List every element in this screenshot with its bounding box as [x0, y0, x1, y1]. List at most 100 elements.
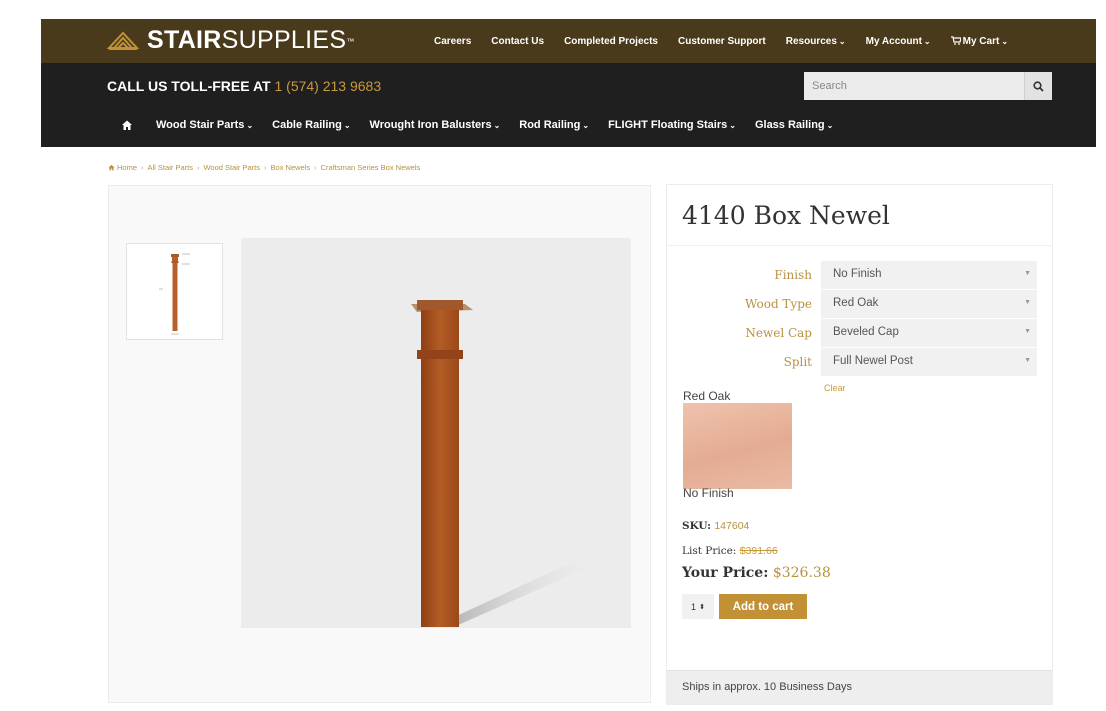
- nav-flight-label: FLIGHT Floating Stairs: [608, 119, 728, 131]
- nav-glass-railing-label: Glass Railing: [754, 119, 825, 131]
- search-button[interactable]: [1024, 72, 1052, 100]
- split-select-value: Full Newel Post: [833, 355, 913, 367]
- swatch-label-finish: No Finish: [683, 486, 734, 500]
- search-input[interactable]: [804, 72, 1024, 100]
- nav-resources[interactable]: Resources ⌄: [786, 36, 846, 47]
- chevron-down-icon: ⌄: [343, 121, 351, 130]
- nav-wood-stair-parts-label: Wood Stair Parts: [156, 119, 245, 131]
- chevron-down-icon: ⌄: [826, 121, 834, 130]
- product-title: 4140 Box Newel: [682, 201, 890, 230]
- option-finish: Finish No Finish ▼: [667, 261, 1052, 289]
- nav-wood-stair-parts[interactable]: Wood Stair Parts ⌄: [156, 119, 253, 131]
- breadcrumb-wood-stair-parts[interactable]: Wood Stair Parts: [203, 163, 260, 172]
- nav-wrought-iron-balusters[interactable]: Wrought Iron Balusters ⌄: [370, 119, 501, 131]
- newel-cap-select[interactable]: Beveled Cap ▼: [821, 319, 1037, 347]
- product-main-image[interactable]: [241, 238, 631, 628]
- nav-my-account-label: My Account: [865, 35, 922, 47]
- quantity-value: 1: [691, 601, 697, 612]
- breadcrumb: Home › All Stair Parts › Wood Stair Part…: [108, 163, 420, 172]
- finish-select-value: No Finish: [833, 268, 882, 280]
- nav-customer-support[interactable]: Customer Support: [678, 36, 766, 47]
- caret-down-icon: ▼: [1024, 270, 1031, 277]
- nav-completed-projects[interactable]: Completed Projects: [564, 36, 658, 47]
- wood-type-select-value: Red Oak: [833, 297, 879, 309]
- sku-label: SKU:: [682, 520, 711, 532]
- sku-value: 147604: [714, 520, 750, 532]
- chevron-down-icon: ⌄: [246, 121, 254, 130]
- home-icon[interactable]: [121, 119, 133, 131]
- chevron-down-icon: ⌄: [729, 121, 736, 130]
- nav-my-account[interactable]: My Account ⌄: [866, 36, 931, 47]
- nav-my-cart[interactable]: My Cart ⌄: [950, 35, 1009, 47]
- cart-icon: [950, 35, 962, 45]
- wood-swatch-image: [683, 403, 792, 489]
- product-thumbnail[interactable]: [126, 243, 223, 340]
- phone-number[interactable]: 1 (574) 213 9683: [274, 78, 381, 94]
- option-wood-type-label: Wood Type: [744, 297, 812, 311]
- breadcrumb-separator: ›: [314, 163, 317, 172]
- quantity-stepper[interactable]: 1 ⬍: [682, 594, 714, 619]
- nav-wrought-iron-label: Wrought Iron Balusters: [369, 119, 492, 131]
- main-nav: Wood Stair Parts ⌄ Cable Railing ⌄ Wrought…: [121, 119, 852, 131]
- breadcrumb-separator: ›: [141, 163, 144, 172]
- brand-regular: SUPPLIES: [221, 26, 347, 54]
- swatch-label-wood: Red Oak: [683, 389, 731, 403]
- brand-bold: STAIR: [147, 26, 222, 54]
- list-price-label: List Price:: [682, 545, 737, 557]
- your-price: Your Price: $326.38: [682, 565, 831, 581]
- stair-logo-icon: [107, 31, 139, 50]
- caret-down-icon: ▼: [1024, 299, 1031, 306]
- breadcrumb-home[interactable]: Home: [117, 163, 137, 172]
- home-icon: [108, 164, 115, 171]
- nav-my-cart-label: My Cart: [962, 35, 1000, 47]
- top-bar: STAIRSUPPLIES™ Careers Contact Us Comple…: [41, 19, 1096, 63]
- nav-rod-railing[interactable]: Rod Railing ⌄: [519, 119, 589, 131]
- search-box: [804, 72, 1052, 100]
- option-newel-cap-label: Newel Cap: [745, 326, 812, 340]
- your-price-value: $326.38: [772, 565, 831, 581]
- wood-type-select[interactable]: Red Oak ▼: [821, 290, 1037, 318]
- product-info-panel: 4140 Box Newel Finish No Finish ▼ Wood Ty…: [666, 184, 1053, 705]
- nav-careers[interactable]: Careers: [434, 36, 471, 47]
- toll-free-phone: CALL US TOLL-FREE AT 1 (574) 213 9683: [107, 78, 381, 94]
- option-split-label: Split: [783, 355, 812, 369]
- shipping-info: Ships in approx. 10 Business Days: [667, 670, 1052, 704]
- breadcrumb-craftsman-series[interactable]: Craftsman Series Box Newels: [321, 163, 421, 172]
- toll-free-label: CALL US TOLL-FREE AT: [107, 78, 271, 94]
- nav-rod-railing-label: Rod Railing: [519, 119, 581, 131]
- header-bar: CALL US TOLL-FREE AT 1 (574) 213 9683 Wo…: [41, 63, 1096, 147]
- logo[interactable]: STAIRSUPPLIES™: [107, 27, 355, 53]
- newel-post-image: [241, 238, 631, 628]
- option-wood-type: Wood Type Red Oak ▼: [667, 290, 1052, 318]
- clear-options-link[interactable]: Clear: [824, 383, 846, 393]
- brand-name: STAIRSUPPLIES™: [147, 27, 355, 53]
- search-icon: [1033, 80, 1044, 92]
- breadcrumb-separator: ›: [264, 163, 267, 172]
- add-to-cart-button[interactable]: Add to cart: [719, 594, 807, 619]
- option-split: Split Full Newel Post ▼: [667, 348, 1052, 376]
- nav-contact-us[interactable]: Contact Us: [491, 36, 544, 47]
- breadcrumb-all-stair-parts[interactable]: All Stair Parts: [148, 163, 193, 172]
- caret-down-icon: ▼: [1024, 328, 1031, 335]
- nav-resources-label: Resources: [785, 35, 837, 47]
- chevron-down-icon: ⌄: [838, 36, 846, 46]
- sku: SKU: 147604: [682, 520, 749, 532]
- option-finish-label: Finish: [774, 268, 812, 282]
- breadcrumb-box-newels[interactable]: Box Newels: [271, 163, 311, 172]
- caret-down-icon: ▼: [1024, 357, 1031, 364]
- list-price-value: $391.66: [739, 545, 778, 557]
- nav-glass-railing[interactable]: Glass Railing ⌄: [755, 119, 833, 131]
- newel-cap-select-value: Beveled Cap: [833, 326, 899, 338]
- breadcrumb-separator: ›: [196, 163, 200, 172]
- product-gallery: [108, 185, 651, 703]
- finish-select[interactable]: No Finish ▼: [821, 261, 1037, 289]
- split-select[interactable]: Full Newel Post ▼: [821, 348, 1037, 376]
- divider: [667, 245, 1052, 246]
- option-newel-cap: Newel Cap Beveled Cap ▼: [667, 319, 1052, 347]
- nav-flight-floating-stairs[interactable]: FLIGHT Floating Stairs ⌄: [608, 119, 736, 131]
- nav-cable-railing[interactable]: Cable Railing ⌄: [272, 119, 350, 131]
- your-price-label: Your Price:: [682, 565, 769, 581]
- chevron-down-icon: ⌄: [1001, 36, 1009, 46]
- page: STAIRSUPPLIES™ Careers Contact Us Comple…: [0, 0, 1106, 711]
- nav-cable-railing-label: Cable Railing: [272, 119, 342, 131]
